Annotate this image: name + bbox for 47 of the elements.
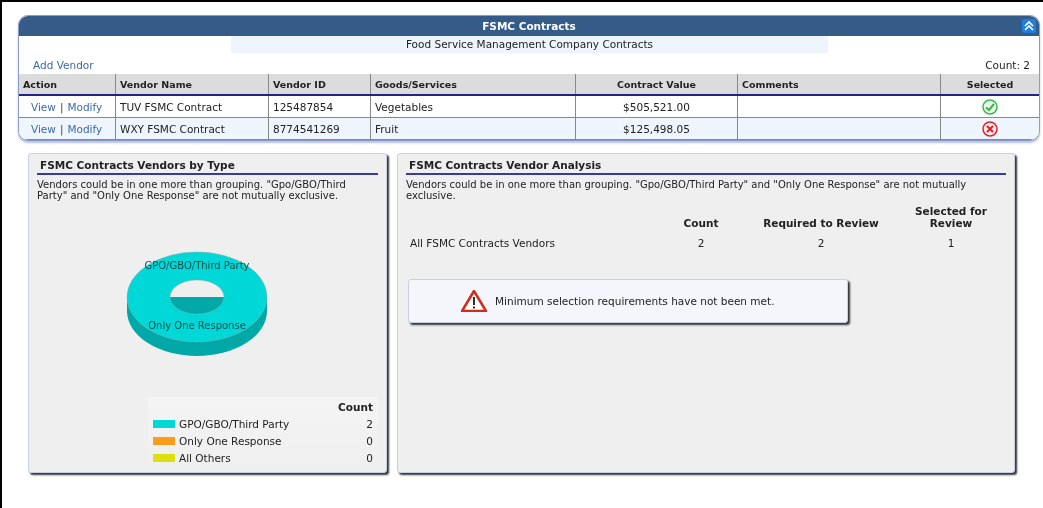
table-cell-text: 2 bbox=[696, 237, 706, 249]
legend-count: 0 bbox=[366, 452, 373, 464]
legend-label: Only One Response bbox=[179, 435, 283, 447]
column-header: Required to Review bbox=[762, 217, 880, 229]
legend-heading: Count bbox=[337, 401, 373, 413]
table-cell: 125487854 bbox=[268, 95, 371, 118]
table-cell: $505,521.00 bbox=[575, 95, 738, 118]
column-header: Count bbox=[682, 217, 720, 229]
column-header: Vendor ID bbox=[268, 74, 371, 95]
column-header: Goods/Services bbox=[370, 74, 576, 95]
legend-count: 2 bbox=[366, 418, 373, 430]
table-cell: WXY FSMC Contract bbox=[115, 117, 269, 140]
column-header: Selected bbox=[940, 74, 1039, 95]
action-link[interactable]: Modify bbox=[67, 100, 103, 113]
column-header: Selected for Review bbox=[914, 205, 988, 229]
panel-title: FSMC Contracts bbox=[482, 20, 576, 32]
collapse-icon[interactable] bbox=[1022, 19, 1036, 33]
legend-label: All Others bbox=[179, 452, 232, 464]
warning-icon bbox=[461, 290, 487, 312]
slice-label: GPO/GBO/Third Party bbox=[144, 260, 250, 271]
record-count: Count: 2 bbox=[985, 59, 1030, 71]
column-header: Contract Value bbox=[575, 74, 738, 95]
column-header: Vendor Name bbox=[115, 74, 269, 95]
card-note: Vendors could be in one more than grouping. "Gpo/GBO/Third Party" and "Only One Response" are not mutually exclusive. bbox=[406, 179, 968, 201]
table-cell: Vegetables bbox=[370, 95, 576, 118]
legend-count: 0 bbox=[366, 435, 373, 447]
action-link[interactable]: View bbox=[31, 100, 56, 113]
separator: | bbox=[59, 100, 64, 113]
legend-label: GPO/GBO/Third Party bbox=[179, 418, 291, 430]
table-cell: Fruit bbox=[370, 117, 576, 140]
separator: | bbox=[59, 122, 64, 135]
table-cell: TUV FSMC Contract bbox=[115, 95, 269, 118]
warning-text: Minimum selection requirements have not been met. bbox=[495, 295, 775, 307]
card-note: Vendors could be in one more than grouping. "Gpo/GBO/Third Party" and "Only One Response" are not mutually exclusive. bbox=[37, 179, 347, 201]
slice-label: Only One Response bbox=[148, 320, 246, 331]
card-title: FSMC Contracts Vendor Analysis bbox=[406, 158, 1006, 175]
add-vendor-link[interactable]: Add Vendor bbox=[33, 59, 94, 71]
table-cell-text: 2 bbox=[816, 237, 826, 249]
column-header: Action bbox=[19, 74, 116, 95]
table-cell-text: 1 bbox=[946, 237, 956, 249]
action-link[interactable]: Modify bbox=[67, 122, 103, 135]
action-link[interactable]: View bbox=[31, 122, 56, 135]
panel-subtitle: Food Service Management Company Contracts bbox=[231, 36, 828, 53]
row-label: All FSMC Contracts Vendors bbox=[409, 237, 556, 249]
table-cell: $125,498.05 bbox=[575, 117, 738, 140]
card-title: FSMC Contracts Vendors by Type bbox=[37, 158, 378, 175]
column-header: Comments bbox=[737, 74, 941, 95]
